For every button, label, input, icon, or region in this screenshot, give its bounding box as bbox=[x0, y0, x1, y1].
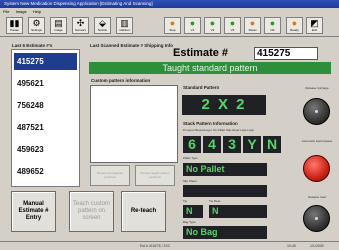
toolbar-button-v1[interactable]: ● V1 bbox=[184, 17, 201, 34]
estimates-list-label: Last 6 Estimate #'s bbox=[12, 43, 53, 48]
reset-icon: ● bbox=[249, 18, 256, 28]
vacuum-3-icon: ● bbox=[229, 18, 236, 28]
ok-icon: ● bbox=[269, 18, 276, 28]
release-carriage-label: Release Carriage bbox=[305, 86, 329, 90]
stack-digit-layers: 6 bbox=[183, 136, 201, 153]
release-load-knob[interactable] bbox=[303, 205, 330, 232]
manual-estimate-entry-button[interactable]: Manual Estimate # Entry bbox=[11, 191, 56, 232]
stack-digit-tie: 3 bbox=[223, 136, 241, 153]
image-icon: ▤ bbox=[54, 18, 63, 28]
toolbar-button-v2[interactable]: ● V2 bbox=[204, 17, 221, 34]
menu-bar: File Image Help bbox=[0, 8, 339, 15]
list-item[interactable]: 495621 bbox=[14, 75, 77, 92]
stack-digit-slipsheet: N bbox=[263, 136, 281, 153]
toolbar-button-nozzle[interactable]: ⬙ Nozzle bbox=[94, 17, 111, 34]
status-bar: Est # 415275 / 2X2 10:45 1/1/2009 bbox=[0, 241, 339, 250]
menu-image[interactable]: Image bbox=[16, 9, 27, 14]
toolbar-caption: V3 bbox=[230, 28, 235, 32]
stack-digit-boxes: 4 bbox=[203, 136, 221, 153]
toolbar-caption: Stop bbox=[169, 28, 176, 32]
status-center: Est # 415275 / 2X2 bbox=[140, 244, 170, 248]
toolbar-caption: Exit bbox=[311, 28, 317, 32]
toolbar-caption: Ready bbox=[290, 28, 299, 32]
stack-digit-pallet: Y bbox=[243, 136, 261, 153]
toolbar-caption: Pause bbox=[10, 28, 19, 32]
toolbar-caption: Settings bbox=[31, 28, 42, 32]
toolbar-button-cabinet[interactable]: ▥ Cabinet bbox=[116, 17, 133, 34]
auto-release-button[interactable] bbox=[303, 155, 330, 182]
slip-sheet-display bbox=[183, 185, 267, 197]
estimate-label: Estimate # bbox=[173, 47, 229, 59]
sensors-icon: ✣ bbox=[76, 18, 85, 28]
stack-pattern-label: Stack Pattern Information bbox=[183, 121, 238, 126]
teach-custom-pattern-button[interactable]: Teach custom pattern on screen bbox=[69, 191, 114, 232]
menu-file[interactable]: File bbox=[3, 9, 9, 14]
ready-icon: ● bbox=[291, 18, 298, 28]
estimates-list[interactable]: 415275 495621 756248 487521 459623 48965… bbox=[11, 49, 80, 187]
standard-pattern-label: Standard Pattern bbox=[183, 85, 220, 90]
toolbar-button-reset[interactable]: ● Reset bbox=[244, 17, 261, 34]
pallet-type-display: No Pallet bbox=[183, 163, 267, 176]
toolbar-caption: Image bbox=[54, 28, 63, 32]
tie-display: N bbox=[183, 205, 203, 218]
toolbar-button-stop[interactable]: ● Stop bbox=[164, 17, 181, 34]
menu-help[interactable]: Help bbox=[33, 9, 41, 14]
pallet-type-label: Pallet Type bbox=[183, 156, 198, 160]
auto-release-label: Automatic load release bbox=[301, 139, 333, 143]
toolbar-caption: Cabinet bbox=[119, 28, 130, 32]
list-item[interactable]: 415275 bbox=[14, 53, 77, 70]
toolbar-button-ok[interactable]: ● OK bbox=[264, 17, 281, 34]
stack-pattern-sublabel: # Layers Boxes/Layer Tie Pallet Slip-she… bbox=[183, 128, 254, 132]
toolbar-button-sensors[interactable]: ✣ Sensors bbox=[72, 17, 89, 34]
toolbar-button-ready[interactable]: ● Ready bbox=[286, 17, 303, 34]
vacuum-2-icon: ● bbox=[209, 18, 216, 28]
status-date: 1/1/2009 bbox=[310, 244, 324, 248]
exit-icon: ◩ bbox=[310, 18, 319, 28]
custom-pattern-label: Custom pattern information bbox=[91, 78, 151, 83]
bag-type-display: No Bag bbox=[183, 226, 267, 239]
toolbar-caption: V2 bbox=[210, 28, 215, 32]
tie-rear-label: Tie Rear bbox=[209, 199, 221, 203]
review-taught-pattern-button[interactable]: Review taught pattern positions bbox=[135, 165, 175, 186]
toolbar-caption: V1 bbox=[190, 28, 195, 32]
nozzle-icon: ⬙ bbox=[99, 18, 106, 28]
standard-pattern-display: 2 X 2 bbox=[182, 95, 266, 115]
toolbar-button-exit[interactable]: ◩ Exit bbox=[306, 17, 323, 34]
review-dot-diagram-button[interactable]: Review dot diagram positions bbox=[90, 165, 130, 186]
status-banner: Taught standard pattern bbox=[89, 62, 331, 74]
toolbar-caption: Nozzle bbox=[97, 28, 108, 32]
list-item[interactable]: 487521 bbox=[14, 119, 77, 136]
slip-sheet-label: Slip Sheet bbox=[183, 179, 197, 183]
list-item[interactable]: 489652 bbox=[14, 163, 77, 180]
release-load-label: Release load bbox=[308, 195, 326, 199]
toolbar-button-pause[interactable]: ▮▮ Pause bbox=[6, 17, 23, 34]
list-item[interactable]: 756248 bbox=[14, 97, 77, 114]
list-item[interactable]: 459623 bbox=[14, 141, 77, 158]
toolbar-button-v3[interactable]: ● V3 bbox=[224, 17, 241, 34]
tie-rear-display: N bbox=[209, 205, 267, 218]
custom-pattern-box bbox=[90, 85, 178, 163]
bag-type-label: Bag Type bbox=[183, 220, 196, 224]
toolbar-caption: Reset bbox=[248, 28, 257, 32]
toolbar-button-image[interactable]: ▤ Image bbox=[50, 17, 67, 34]
toolbar-caption: OK bbox=[270, 28, 275, 32]
window-title: System New Medication Dispensing Applica… bbox=[0, 0, 339, 8]
toolbar-caption: Sensors bbox=[74, 28, 86, 32]
cabinet-icon: ▥ bbox=[120, 18, 129, 28]
status-time: 10:45 bbox=[287, 244, 296, 248]
estimate-input[interactable]: 415275 bbox=[254, 47, 318, 60]
toolbar: ▮▮ Pause ⚙ Settings ▤ Image ✣ Sensors ⬙ Nozzle ▥ Ca… bbox=[0, 15, 339, 37]
reteach-button[interactable]: Re-teach bbox=[121, 191, 166, 232]
last-scanned-label: Last Scanned Estimate # Shipping Info bbox=[90, 43, 174, 48]
settings-icon: ⚙ bbox=[32, 18, 41, 28]
pause-icon: ▮▮ bbox=[9, 18, 20, 28]
vacuum-1-icon: ● bbox=[189, 18, 196, 28]
tie-label: Tie bbox=[183, 199, 188, 203]
release-carriage-knob[interactable] bbox=[303, 98, 330, 125]
toolbar-button-settings[interactable]: ⚙ Settings bbox=[28, 17, 45, 34]
stop-icon: ● bbox=[169, 18, 176, 28]
